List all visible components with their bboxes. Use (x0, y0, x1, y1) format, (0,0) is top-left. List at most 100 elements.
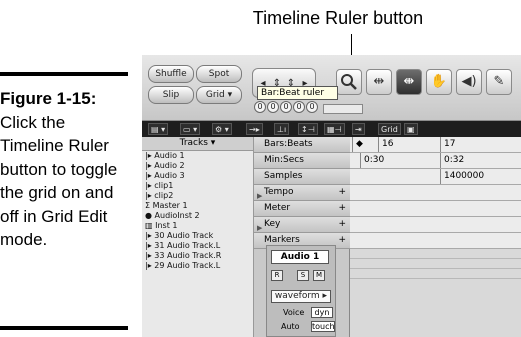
track-label: Audio 3 (154, 171, 185, 180)
min-secs-value: 0:30 (360, 153, 420, 168)
track-item[interactable]: |▸ clip2 (142, 191, 253, 201)
track-item[interactable]: |▸ 33 Audio Track.R (142, 251, 253, 261)
track-label: 29 Audio Track.L (154, 261, 221, 270)
speaker-icon[interactable]: ◀) (456, 69, 482, 95)
ruler-meter[interactable]: Meter + (254, 201, 350, 217)
counter[interactable]: 0 (280, 101, 292, 113)
playhead-marker-icon[interactable]: ◆ (352, 137, 378, 152)
track-icon: |▸ (145, 151, 152, 160)
timeline-markers-row (350, 233, 521, 249)
track-item[interactable]: |▸ Audio 1 (142, 151, 253, 161)
chevron-down-icon: ▾ (227, 90, 233, 100)
caption-bottom-rule (0, 326, 128, 330)
add-icon[interactable]: + (338, 217, 346, 232)
track-label: clip2 (154, 191, 174, 200)
ruler-label: Key (264, 219, 281, 229)
track-lane[interactable] (350, 249, 521, 259)
mute-button[interactable]: M (313, 270, 325, 281)
slip-mode-button[interactable]: Slip (148, 86, 194, 104)
view-menu-icon[interactable]: ▤ ▾ (148, 123, 169, 135)
grid-mode-label: Grid (205, 90, 225, 100)
midi-icon: ▥ (145, 221, 153, 230)
track-label: 30 Audio Track (154, 231, 214, 240)
timeline-ruler-button[interactable] (347, 101, 357, 111)
ruler-samples[interactable]: Samples (254, 169, 350, 185)
figure-label: Figure 1-15: (0, 89, 97, 108)
shuffle-mode-button[interactable]: Shuffle (148, 65, 194, 83)
timeline-area[interactable]: ◆ 16 17 0:30 0:32 1400000 (350, 137, 521, 337)
track-icon: |▸ (145, 161, 152, 170)
automation-mode-selector[interactable]: touch (311, 321, 335, 332)
track-label: Audio 1 (154, 151, 185, 160)
solo-button[interactable]: S (297, 270, 309, 281)
track-item[interactable]: ● AudioInst 2 (142, 211, 253, 221)
track-icon: |▸ (145, 251, 152, 260)
zoom-icon[interactable] (336, 69, 362, 95)
track-lane[interactable] (350, 269, 521, 279)
tracks-list: Tracks ▾ |▸ Audio 1 |▸ Audio 2 |▸ Audio … (142, 137, 254, 337)
track-label: AudioInst 2 (154, 211, 200, 220)
track-label: 31 Audio Track.L (154, 241, 221, 250)
spot-mode-button[interactable]: Spot (196, 65, 242, 83)
record-button[interactable]: R (271, 270, 283, 281)
ruler-label: Min:Secs (264, 155, 304, 165)
link-icon[interactable]: →▸ (246, 123, 263, 135)
track-lane[interactable] (350, 259, 521, 269)
pro-tools-screenshot: Shuffle Spot Slip Grid ▾ ◂ ⇕ ⇕ ▸ 0 0 0 0… (142, 55, 521, 337)
min-secs-value: 0:32 (440, 153, 500, 168)
selector-icon[interactable]: ⇼ (396, 69, 422, 95)
zoom-toggle-icon[interactable]: ⊥ı (274, 123, 290, 135)
instrument-icon: ● (145, 211, 152, 220)
ruler-label: Bars:Beats (264, 139, 313, 149)
tracks-header[interactable]: Tracks ▾ (142, 137, 253, 151)
counter[interactable]: 0 (306, 101, 318, 113)
track-item[interactable]: |▸ Audio 2 (142, 161, 253, 171)
timeline-bars-row: ◆ 16 17 (350, 137, 521, 153)
trim-icon[interactable]: ⇹ (366, 69, 392, 95)
grid-label[interactable]: Grid (378, 123, 401, 135)
add-icon[interactable]: + (338, 233, 346, 248)
mini-ruler (323, 104, 363, 114)
samples-value: 1400000 (440, 169, 520, 184)
track-item[interactable]: |▸ clip1 (142, 181, 253, 191)
chevron-right-icon: ▸ (322, 291, 328, 301)
track-item[interactable]: ▥ Inst 1 (142, 221, 253, 231)
counter[interactable]: 0 (293, 101, 305, 113)
nudge-icon[interactable]: ⇥ (352, 123, 365, 135)
track-label: 33 Audio Track.R (154, 251, 222, 260)
counter[interactable]: 0 (267, 101, 279, 113)
figure-caption: Figure 1-15: Click the Timeline Ruler bu… (0, 87, 128, 252)
ruler-key[interactable]: ▶ Key + (254, 217, 350, 233)
track-icon: |▸ (145, 171, 152, 180)
track-label: clip1 (154, 181, 174, 190)
ruler-label: Tempo (264, 187, 294, 197)
counter[interactable]: 0 (254, 101, 266, 113)
grid-mode-button[interactable]: Grid ▾ (196, 86, 242, 104)
track-label: Audio 2 (154, 161, 185, 170)
track-item[interactable]: |▸ Audio 3 (142, 171, 253, 181)
ruler-label: Meter (264, 203, 291, 213)
track-item[interactable]: Σ Master 1 (142, 201, 253, 211)
track-item[interactable]: |▸ 31 Audio Track.L (142, 241, 253, 251)
grabber-icon[interactable]: ✋ (426, 69, 452, 95)
track-item[interactable]: |▸ 30 Audio Track (142, 231, 253, 241)
timeline-meter-row (350, 201, 521, 217)
voice-label: Voice (283, 308, 305, 317)
view-menu-icon[interactable]: ▭ ▾ (180, 123, 201, 135)
tab-icon[interactable]: ↕⊣ (298, 123, 318, 135)
track-item[interactable]: |▸ 29 Audio Track.L (142, 261, 253, 271)
track-icon: |▸ (145, 181, 152, 190)
track-name-field[interactable]: Audio 1 (271, 250, 329, 264)
grid-toggle-icon[interactable]: ▦⊣ (324, 123, 345, 135)
ruler-tempo[interactable]: ▶ Tempo + (254, 185, 350, 201)
ruler-min-secs[interactable]: Min:Secs (254, 153, 350, 169)
add-icon[interactable]: + (338, 201, 346, 216)
callout-label: Timeline Ruler button (252, 8, 424, 28)
voice-selector[interactable]: dyn (311, 307, 333, 318)
pencil-icon[interactable]: ✎ (486, 69, 512, 95)
options-icon[interactable]: ⚙ ▾ (212, 123, 232, 135)
ruler-bars-beats[interactable]: Bars:Beats (254, 137, 350, 153)
grid-value-icon[interactable]: ▣ (404, 123, 418, 135)
track-view-selector[interactable]: waveform ▸ (271, 290, 331, 303)
add-icon[interactable]: + (338, 185, 346, 200)
